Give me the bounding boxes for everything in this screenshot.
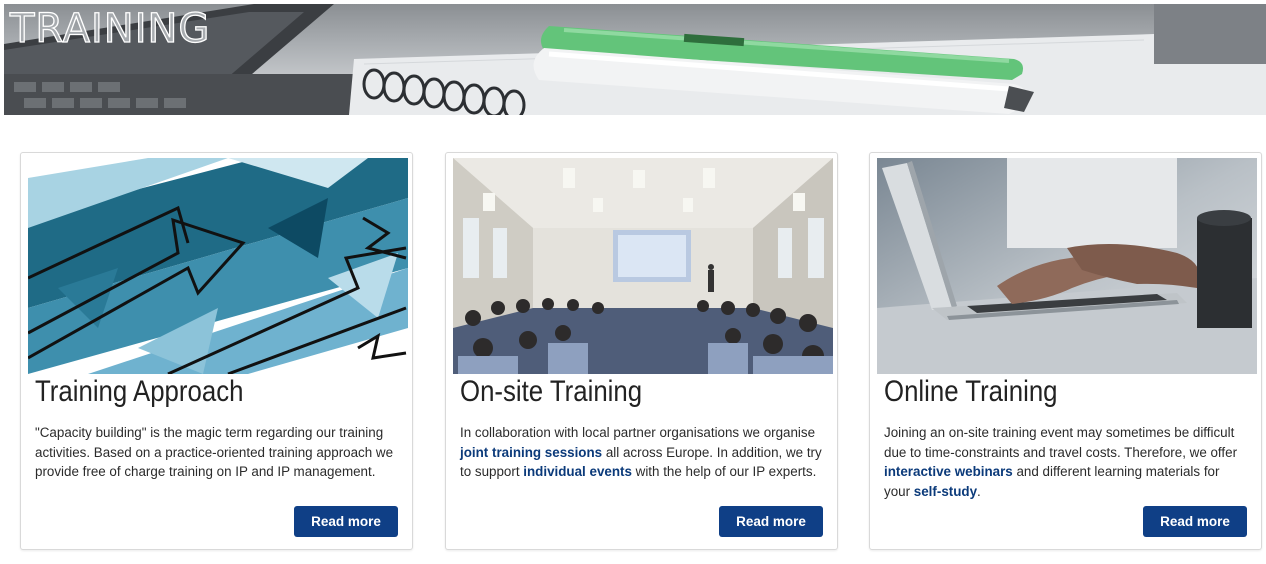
card-description: "Capacity building" is the magic term re… xyxy=(35,423,397,482)
card-text: . xyxy=(977,483,981,499)
card-title: Training Approach xyxy=(35,375,244,408)
interactive-webinars-link[interactable]: interactive webinars xyxy=(884,464,1013,479)
card-description: Joining an on-site training event may so… xyxy=(884,423,1246,501)
card-training-approach: Training Approach "Capacity building" is… xyxy=(20,152,413,550)
card-title: On-site Training xyxy=(460,375,643,408)
conference-room-image xyxy=(453,158,833,374)
joint-training-sessions-link[interactable]: joint training sessions xyxy=(460,445,602,460)
card-on-site-training: On-site Training In collaboration with l… xyxy=(445,152,838,550)
hero-banner: TRAINING xyxy=(4,4,1266,115)
banner-title: TRAINING xyxy=(9,6,211,52)
card-online-training: Online Training Joining an on-site train… xyxy=(869,152,1262,550)
read-more-button[interactable]: Read more xyxy=(719,506,823,537)
individual-events-link[interactable]: individual events xyxy=(523,464,632,479)
card-description: In collaboration with local partner orga… xyxy=(460,423,822,482)
read-more-button[interactable]: Read more xyxy=(1143,506,1247,537)
card-text: "Capacity building" is the magic term re… xyxy=(35,425,394,479)
card-text: In collaboration with local partner orga… xyxy=(460,425,816,440)
card-text: Joining an on-site training event may so… xyxy=(884,425,1238,460)
self-study-link[interactable]: self-study xyxy=(914,484,977,499)
laptop-typing-image xyxy=(877,158,1257,374)
card-text: with the help of our IP experts. xyxy=(631,464,817,479)
read-more-button[interactable]: Read more xyxy=(294,506,398,537)
arrows-illustration-image xyxy=(28,158,408,374)
card-title: Online Training xyxy=(884,375,1058,408)
